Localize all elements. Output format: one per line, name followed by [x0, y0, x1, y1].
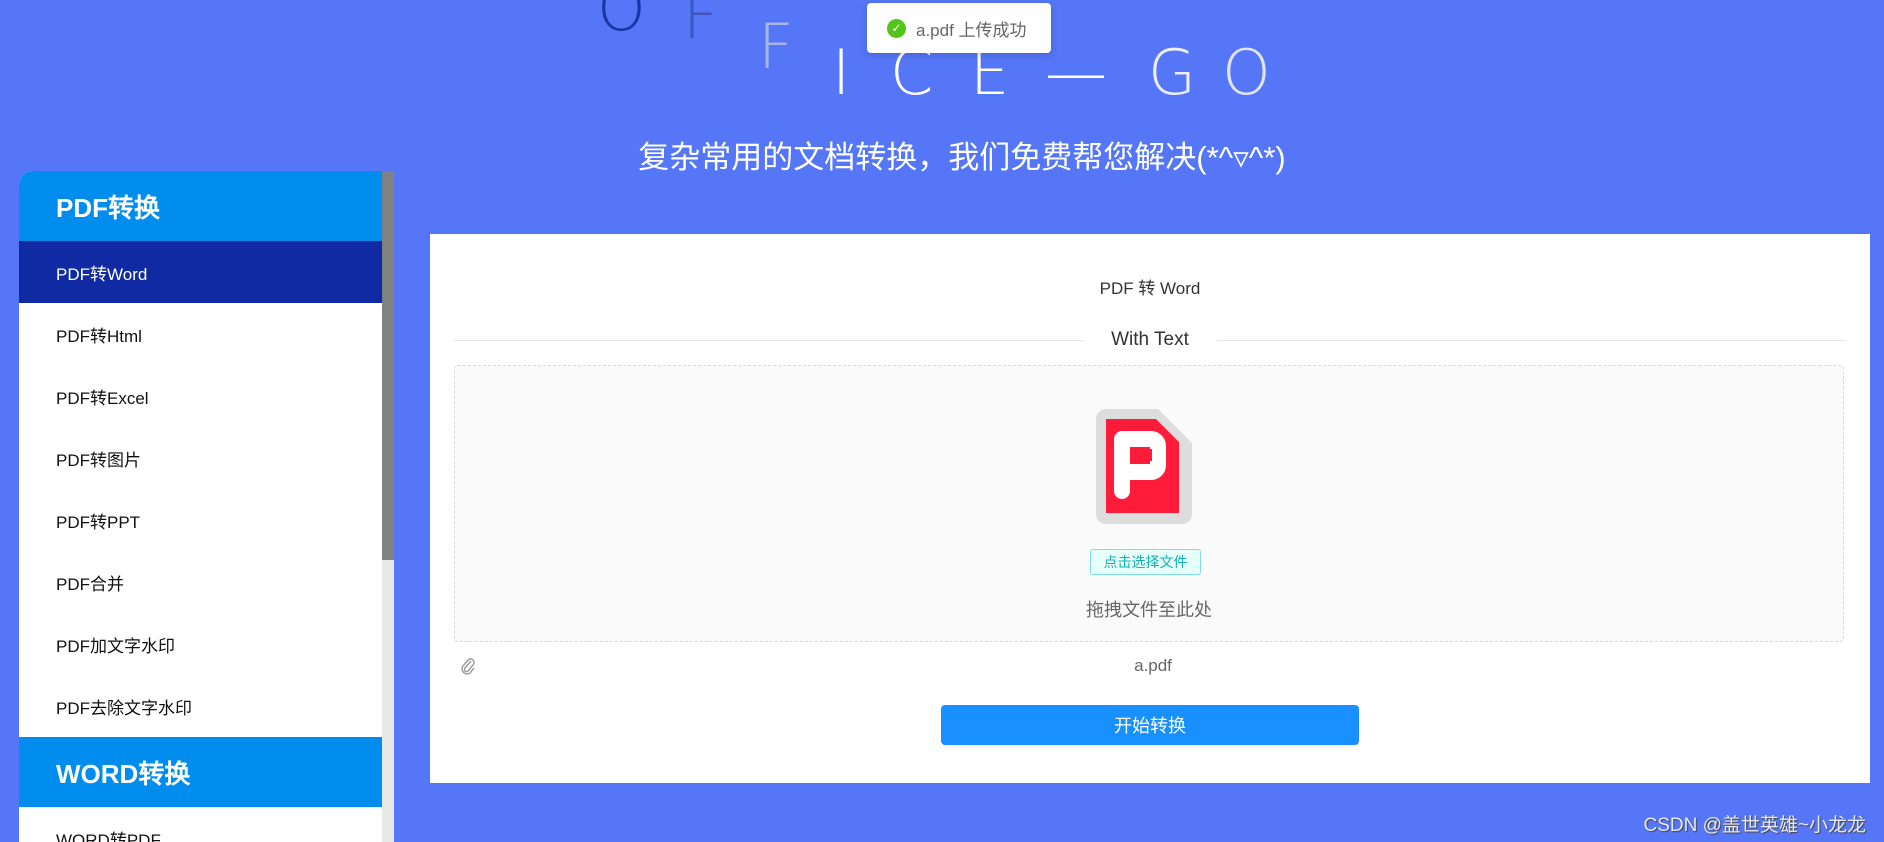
convert-panel: PDF 转 Word With Text 点击选择文件 拖拽文件至此处 a.pd… [430, 234, 1870, 783]
upload-dropzone[interactable]: 点击选择文件 拖拽文件至此处 [454, 365, 1844, 642]
sidebar-group-pdf[interactable]: PDF转换 [19, 171, 382, 241]
file-name: a.pdf [1134, 656, 1172, 675]
logo-letter: O [597, 0, 646, 45]
pdf-file-icon [1096, 409, 1192, 524]
choose-file-button[interactable]: 点击选择文件 [1090, 549, 1201, 575]
panel-title: PDF 转 Word [1099, 279, 1201, 298]
logo-letter: G [1148, 36, 1197, 109]
sidebar-item-pdf-to-image[interactable]: PDF转图片 [19, 427, 382, 489]
sidebar-item-pdf-to-ppt[interactable]: PDF转PPT [19, 489, 382, 551]
sidebar: PDF转换 PDF转Word PDF转Html PDF转Excel PDF转图片… [19, 171, 382, 842]
logo-letter: F [758, 10, 794, 83]
sidebar-group-word[interactable]: WORD转换 [19, 737, 382, 807]
logo-letter: O [1222, 36, 1271, 109]
sidebar-item-pdf-remove-watermark[interactable]: PDF去除文字水印 [19, 675, 382, 737]
sidebar-item-pdf-to-html[interactable]: PDF转Html [19, 303, 382, 365]
toast-message: a.pdf 上传成功 [916, 20, 1027, 40]
start-convert-button[interactable]: 开始转换 [941, 705, 1359, 745]
sidebar-scrollbar[interactable] [382, 171, 394, 842]
sidebar-item-pdf-to-word[interactable]: PDF转Word [19, 241, 382, 303]
sidebar-item-pdf-merge[interactable]: PDF合并 [19, 551, 382, 613]
logo-letter: — [1045, 36, 1107, 109]
file-list-item[interactable]: a.pdf [460, 654, 1846, 678]
divider: With Text [454, 329, 1846, 351]
upload-success-toast: ✓ a.pdf 上传成功 [867, 3, 1051, 53]
watermark: CSDN @盖世英雄~小龙龙 [1643, 815, 1867, 836]
divider-text: With Text [1111, 329, 1189, 350]
check-circle-icon: ✓ [887, 18, 906, 38]
sidebar-item-pdf-add-watermark[interactable]: PDF加文字水印 [19, 613, 382, 675]
sidebar-item-word-to-pdf[interactable]: WORD转PDF [19, 807, 382, 842]
logo-letter: I [832, 36, 851, 109]
scrollbar-thumb[interactable] [382, 171, 394, 560]
drag-hint: 拖拽文件至此处 [1086, 600, 1212, 620]
logo-letter: F [683, 0, 719, 53]
sidebar-item-pdf-to-excel[interactable]: PDF转Excel [19, 365, 382, 427]
